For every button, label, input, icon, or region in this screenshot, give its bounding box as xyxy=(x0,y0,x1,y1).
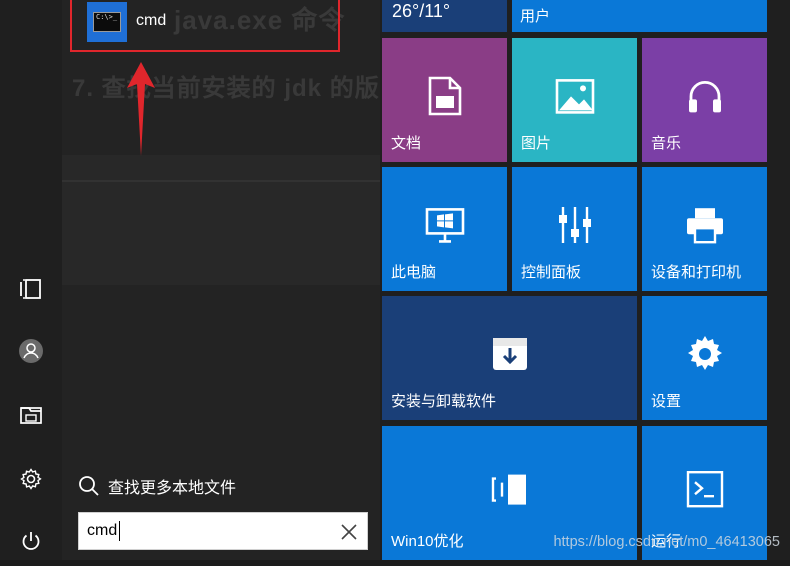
tablet-mode-icon[interactable] xyxy=(0,264,62,314)
computer-icon xyxy=(425,208,464,243)
tile-install-uninstall-label: 安装与卸载软件 xyxy=(391,393,497,410)
background-doc-line2: 7. 查找当前安装的 jdk 的版本信息 xyxy=(72,75,380,102)
search-more-label: 查找更多本地文件 xyxy=(108,480,237,497)
watermark-url: https://blog.csdn.net/m0_46413065 xyxy=(553,534,780,550)
search-more-files[interactable]: 查找更多本地文件 xyxy=(78,474,236,498)
text-caret xyxy=(119,521,120,541)
user-avatar-icon[interactable] xyxy=(0,326,62,376)
search-input[interactable]: cmd xyxy=(78,512,368,550)
picture-icon xyxy=(555,79,594,114)
tile-documents[interactable]: 文档 xyxy=(382,38,507,162)
tile-this-pc[interactable]: 此电脑 xyxy=(382,167,507,291)
settings-gear-icon[interactable] xyxy=(0,454,62,504)
install-box-icon xyxy=(492,338,527,370)
red-arrow-annotation xyxy=(127,62,155,156)
tile-devices-printers[interactable]: 设备和打印机 xyxy=(642,167,767,291)
run-terminal-icon xyxy=(686,471,723,508)
tile-devices-printers-label: 设备和打印机 xyxy=(651,264,742,281)
tile-user-label: 用户 xyxy=(520,8,551,25)
background-doc-block xyxy=(62,155,380,285)
tile-weather[interactable]: 26°/11° xyxy=(382,0,507,32)
search-result-label: cmd xyxy=(136,12,167,29)
tile-settings-label: 设置 xyxy=(651,393,682,410)
search-icon xyxy=(79,476,99,496)
file-explorer-icon[interactable] xyxy=(0,390,62,440)
tile-pictures-label: 图片 xyxy=(521,135,552,152)
tile-music-label: 音乐 xyxy=(651,135,682,152)
document-icon xyxy=(428,76,461,116)
headphones-icon xyxy=(688,81,721,113)
tile-pictures[interactable]: 图片 xyxy=(512,38,637,162)
tile-documents-label: 文档 xyxy=(391,135,422,152)
search-result-cmd[interactable]: C:\>_ cmd xyxy=(70,0,340,52)
tile-win10-optimize-label: Win10优化 xyxy=(391,533,464,550)
tile-control-panel[interactable]: 控制面板 xyxy=(512,167,637,291)
tile-install-uninstall[interactable]: 安装与卸载软件 xyxy=(382,296,637,420)
start-menu-rail xyxy=(0,0,62,560)
start-tiles: 26°/11° 用户 文档 图片 音乐 此电脑 控制面板 设备和打印机 安装与卸… xyxy=(380,0,790,560)
sliders-icon xyxy=(558,207,591,243)
settings-gear-icon xyxy=(687,336,722,370)
search-results-panel: java.exe 命令 7. 查找当前安装的 jdk 的版本信息 C:\>_ c… xyxy=(62,0,380,560)
printer-icon xyxy=(686,208,723,244)
tile-control-panel-label: 控制面板 xyxy=(521,264,582,281)
tile-this-pc-label: 此电脑 xyxy=(391,264,437,281)
search-input-value: cmd xyxy=(87,522,118,539)
command-prompt-icon: C:\>_ xyxy=(87,2,127,42)
clear-search-icon[interactable] xyxy=(339,522,359,542)
optimize-icon xyxy=(491,474,526,505)
tile-user[interactable]: 用户 xyxy=(512,0,767,32)
background-doc-divider xyxy=(62,180,380,182)
power-icon[interactable] xyxy=(0,516,62,566)
tile-settings[interactable]: 设置 xyxy=(642,296,767,420)
weather-temp: 26°/11° xyxy=(392,1,451,21)
tile-music[interactable]: 音乐 xyxy=(642,38,767,162)
